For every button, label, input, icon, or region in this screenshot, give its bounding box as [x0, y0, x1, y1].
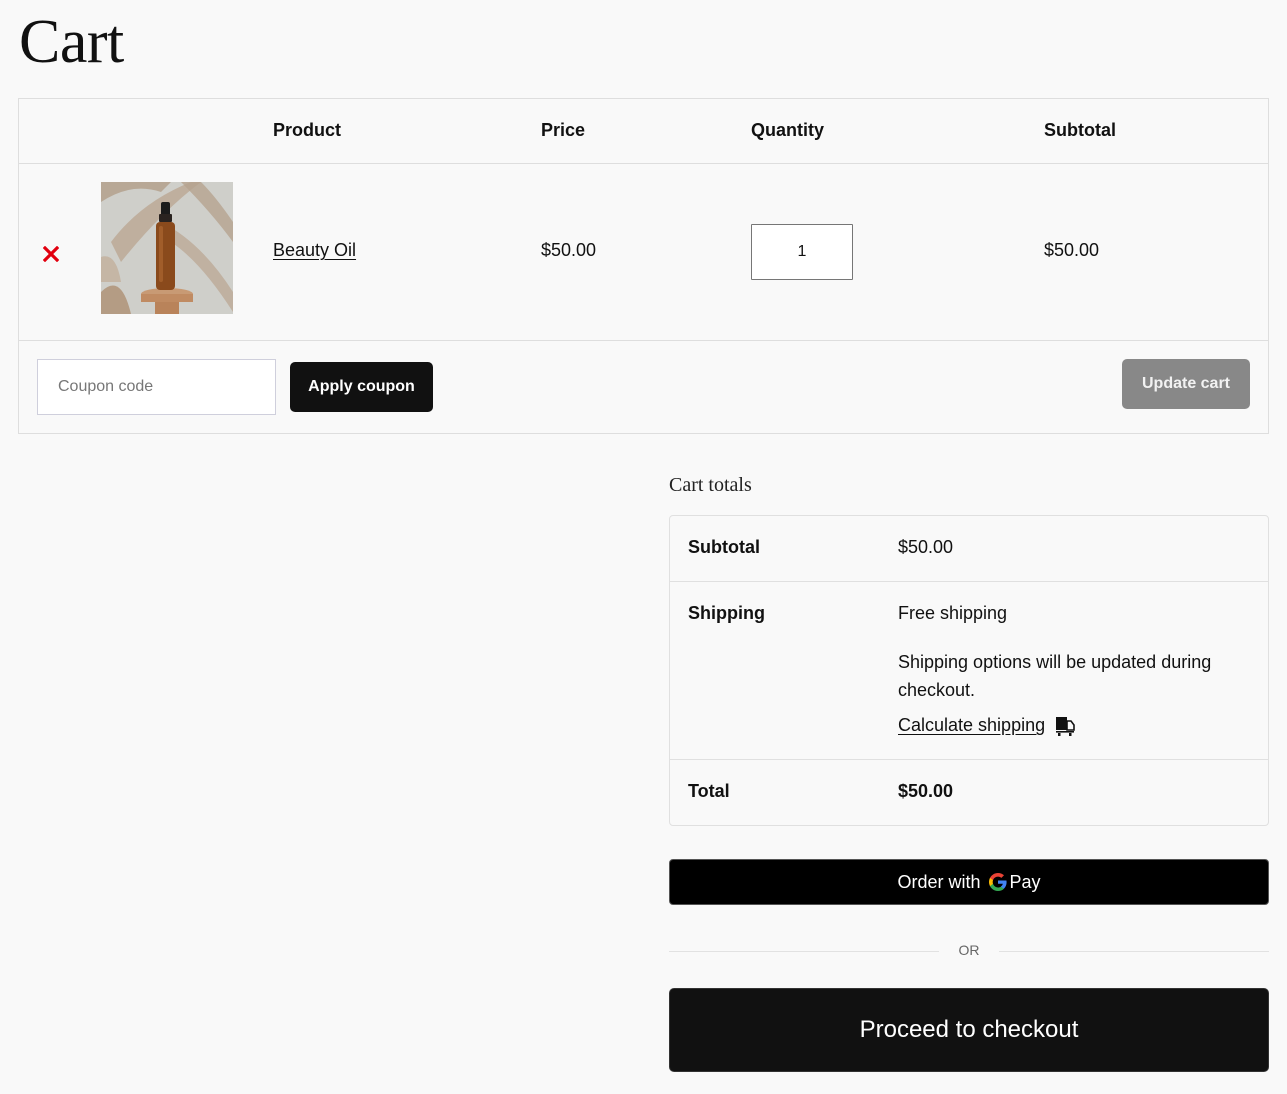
product-thumbnail[interactable] — [101, 182, 233, 314]
header-quantity: Quantity — [751, 120, 825, 140]
totals-total-row: Total $50.00 — [670, 760, 1268, 826]
subtotal-label: Subtotal — [688, 537, 760, 557]
google-pay-button[interactable]: Order with Pay — [669, 859, 1269, 905]
shipping-method: Free shipping — [898, 603, 1008, 623]
shipping-label: Shipping — [688, 603, 765, 623]
truck-icon — [1056, 716, 1075, 736]
product-name-link[interactable]: Beauty Oil — [273, 240, 356, 261]
close-icon — [43, 246, 59, 262]
shipping-note: Shipping options will be updated during … — [898, 652, 1212, 700]
product-image — [101, 182, 233, 314]
calculate-shipping-label: Calculate shipping — [898, 715, 1046, 735]
total-label: Total — [688, 781, 730, 801]
header-subtotal: Subtotal — [1044, 120, 1116, 140]
update-cart-button[interactable]: Update cart — [1122, 359, 1250, 409]
quantity-input[interactable] — [751, 224, 853, 280]
cart-item-row: Beauty Oil $50.00 $50.00 — [19, 164, 1268, 341]
totals-shipping-row: Shipping Free shipping Shipping options … — [670, 582, 1268, 760]
cart-totals-title: Cart totals — [669, 474, 752, 496]
gpay-brand: Pay — [1009, 871, 1041, 892]
page-title: Cart — [19, 8, 124, 76]
coupon-code-input[interactable] — [37, 359, 276, 415]
subtotal-value: $50.00 — [898, 537, 954, 557]
apply-coupon-button[interactable]: Apply coupon — [290, 362, 433, 412]
cart-table-header: Product Price Quantity Subtotal — [19, 99, 1268, 164]
or-text: OR — [958, 942, 980, 958]
remove-item-button[interactable] — [41, 244, 61, 264]
header-product: Product — [273, 120, 342, 140]
gpay-prefix: Order with — [897, 871, 981, 892]
cart-totals-table: Subtotal $50.00 Shipping Free shipping S… — [669, 515, 1269, 826]
cart-actions: Apply coupon Update cart — [19, 341, 1268, 433]
totals-subtotal-row: Subtotal $50.00 — [670, 516, 1268, 582]
or-separator: OR — [669, 940, 1269, 962]
proceed-to-checkout-button[interactable]: Proceed to checkout — [669, 988, 1269, 1072]
total-value: $50.00 — [898, 781, 954, 801]
cart-table: Product Price Quantity Subtotal Beauty O… — [18, 98, 1269, 434]
google-g-icon — [988, 873, 1007, 891]
calculate-shipping-link[interactable]: Calculate shipping — [898, 715, 1075, 736]
product-subtotal: $50.00 — [1044, 240, 1100, 260]
product-price: $50.00 — [541, 240, 597, 260]
header-price: Price — [541, 120, 586, 140]
